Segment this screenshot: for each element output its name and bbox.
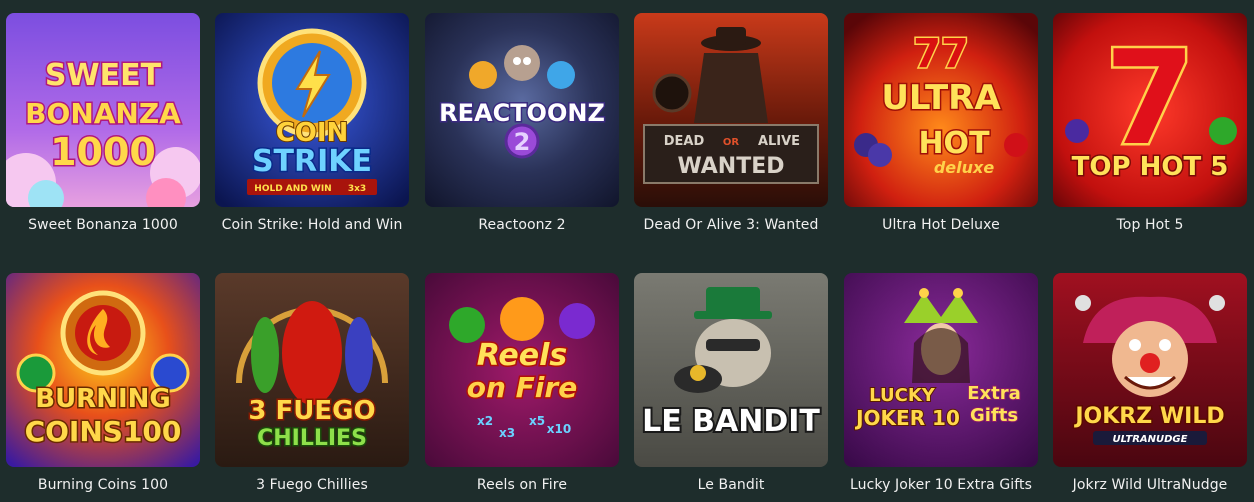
logo-line: deluxe (934, 158, 995, 177)
game-thumbnail[interactable]: JOKRZ WILD ULTRANUDGE (1053, 273, 1247, 467)
game-thumbnail[interactable]: 77 ULTRA HOT deluxe (844, 13, 1038, 207)
logo-line: Extra (967, 383, 1021, 404)
game-thumbnail[interactable]: LE BANDIT (634, 273, 828, 467)
logo-line: x10 (547, 422, 571, 436)
logo-line: Reels (477, 338, 567, 373)
game-card-reactoonz-2[interactable]: REACTOONZ 2 Reactoonz 2 (425, 13, 621, 238)
game-title[interactable]: Sweet Bonanza 1000 (0, 217, 206, 233)
game-title[interactable]: Lucky Joker 10 Extra Gifts (838, 477, 1044, 493)
game-thumbnail[interactable]: REACTOONZ 2 (425, 13, 619, 207)
reactoonz-2-artwork: REACTOONZ 2 (425, 13, 619, 207)
logo-line: REACTOONZ (439, 99, 605, 127)
logo-line: 77 (913, 31, 969, 77)
game-title[interactable]: Top Hot 5 (1047, 217, 1253, 233)
game-title[interactable]: Ultra Hot Deluxe (838, 217, 1044, 233)
game-thumbnail[interactable]: 3 FUEGO CHILLIES (215, 273, 409, 467)
logo-line: BONANZA (25, 97, 181, 130)
logo-line: ULTRANUDGE (1113, 434, 1188, 445)
game-card-le-bandit[interactable]: LE BANDIT Le Bandit (634, 273, 830, 498)
logo-line: HOLD AND WIN (254, 184, 331, 194)
game-card-coin-strike[interactable]: COIN STRIKE HOLD AND WIN 3x3 Coin Strike… (215, 13, 411, 238)
game-card-3-fuego-chillies[interactable]: 3 FUEGO CHILLIES 3 Fuego Chillies (215, 273, 411, 498)
game-grid: SWEET BONANZA 1000 Sweet Bonanza 1000 CO… (0, 0, 1254, 502)
logo-line: SWEET (45, 58, 162, 93)
ultra-hot-artwork: 77 ULTRA HOT deluxe (844, 13, 1038, 207)
game-card-lucky-joker-10[interactable]: LUCKY JOKER 10 Extra Gifts Lucky Joker 1… (844, 273, 1040, 498)
logo-line: LE BANDIT (642, 404, 820, 439)
game-thumbnail[interactable]: 7 TOP HOT 5 (1053, 13, 1247, 207)
game-card-burning-coins-100[interactable]: BURNING COINS100 Burning Coins 100 (6, 273, 202, 498)
logo-line: 3 FUEGO (248, 396, 375, 426)
game-title[interactable]: Reels on Fire (419, 477, 625, 493)
logo-line: JOKRZ WILD (1073, 404, 1224, 429)
logo-line: WANTED (677, 154, 784, 179)
logo-line: OR (723, 137, 740, 148)
logo-line: x5 (529, 414, 545, 428)
game-card-ultra-hot-deluxe[interactable]: 77 ULTRA HOT deluxe Ultra Hot Deluxe (844, 13, 1040, 238)
sweet-bonanza-artwork: SWEET BONANZA 1000 (6, 13, 200, 207)
logo-line: 1000 (50, 130, 156, 174)
logo-line: ULTRA (881, 78, 1001, 118)
coin-strike-artwork: COIN STRIKE HOLD AND WIN 3x3 (215, 13, 409, 207)
logo-line: JOKER 10 (854, 406, 960, 430)
game-card-top-hot-5[interactable]: 7 TOP HOT 5 Top Hot 5 (1053, 13, 1249, 238)
game-title[interactable]: Reactoonz 2 (419, 217, 625, 233)
game-thumbnail[interactable]: BURNING COINS100 (6, 273, 200, 467)
logo-line: DEAD (664, 134, 705, 149)
logo-line: x3 (499, 426, 515, 440)
game-title[interactable]: Burning Coins 100 (0, 477, 206, 493)
game-title[interactable]: Jokrz Wild UltraNudge (1047, 477, 1253, 493)
dead-or-alive-artwork: DEAD OR ALIVE WANTED (634, 13, 828, 207)
logo-line: STRIKE (252, 144, 372, 179)
game-card-jokrz-wild[interactable]: JOKRZ WILD ULTRANUDGE Jokrz Wild UltraNu… (1053, 273, 1249, 498)
logo-line: BURNING (35, 384, 170, 414)
logo-line: TOP HOT 5 (1072, 152, 1229, 182)
logo-line: Gifts (970, 405, 1018, 426)
logo-line: COINS100 (25, 415, 182, 448)
logo-line: LUCKY (869, 385, 936, 406)
top-hot-5-artwork: 7 TOP HOT 5 (1053, 13, 1247, 207)
logo-line: 2 (514, 128, 531, 156)
game-thumbnail[interactable]: Reels on Fire x2 x3 x5 x10 (425, 273, 619, 467)
game-thumbnail[interactable]: DEAD OR ALIVE WANTED (634, 13, 828, 207)
game-card-sweet-bonanza-1000[interactable]: SWEET BONANZA 1000 Sweet Bonanza 1000 (6, 13, 202, 238)
game-thumbnail[interactable]: LUCKY JOKER 10 Extra Gifts (844, 273, 1038, 467)
burning-coins-artwork: BURNING COINS100 (6, 273, 200, 467)
le-bandit-artwork: LE BANDIT (634, 273, 828, 467)
logo-line: HOT (918, 126, 990, 161)
game-card-dead-or-alive-3[interactable]: DEAD OR ALIVE WANTED Dead Or Alive 3: Wa… (634, 13, 830, 238)
game-thumbnail[interactable]: COIN STRIKE HOLD AND WIN 3x3 (215, 13, 409, 207)
logo-line: ALIVE (758, 134, 800, 149)
logo-line: 3x3 (348, 184, 366, 194)
logo-line: on Fire (467, 371, 577, 404)
reels-on-fire-artwork: Reels on Fire x2 x3 x5 x10 (425, 273, 619, 467)
logo-line: CHILLIES (257, 426, 367, 451)
jokrz-wild-artwork: JOKRZ WILD ULTRANUDGE (1053, 273, 1247, 467)
game-title[interactable]: 3 Fuego Chillies (209, 477, 415, 493)
game-title[interactable]: Coin Strike: Hold and Win (209, 217, 415, 233)
game-title[interactable]: Le Bandit (628, 477, 834, 493)
fuego-chillies-artwork: 3 FUEGO CHILLIES (215, 273, 409, 467)
game-card-reels-on-fire[interactable]: Reels on Fire x2 x3 x5 x10 Reels on Fire (425, 273, 621, 498)
game-thumbnail[interactable]: SWEET BONANZA 1000 (6, 13, 200, 207)
game-title[interactable]: Dead Or Alive 3: Wanted (628, 217, 834, 233)
lucky-joker-artwork: LUCKY JOKER 10 Extra Gifts (844, 273, 1038, 467)
logo-line: x2 (477, 414, 493, 428)
